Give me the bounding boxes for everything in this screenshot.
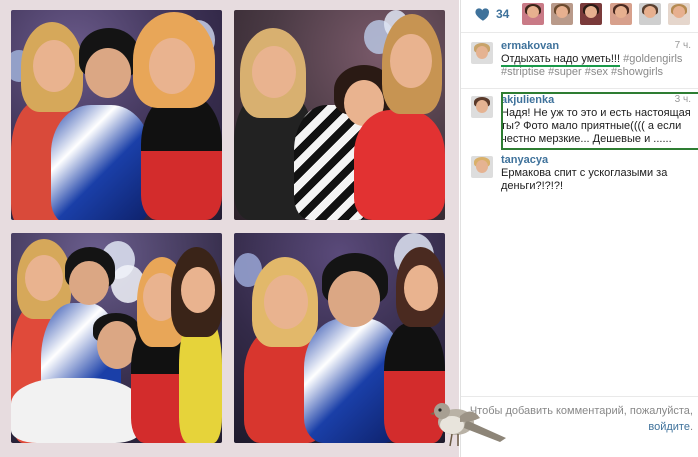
- comment-username[interactable]: akjulienka: [501, 94, 554, 106]
- bird-icon: [430, 403, 506, 447]
- divider: [461, 396, 698, 397]
- comment-text-main: Отдыхать надо уметь!!!: [501, 53, 621, 67]
- photo-tile-bottom-left: [11, 233, 222, 443]
- comment-text: Ермакова спит с ускоглазыми за деньги?!?…: [501, 167, 668, 192]
- hashtag[interactable]: #striptise #super #sex #showgirls: [501, 66, 663, 78]
- photo-tile-top-left: [11, 10, 222, 220]
- comment-username[interactable]: tanyacya: [501, 154, 548, 166]
- comment-timestamp: 7 ч.: [674, 40, 691, 51]
- like-count[interactable]: 34: [496, 7, 509, 21]
- photo-tile-bottom-right: [234, 233, 445, 443]
- liker-avatar[interactable]: [610, 3, 632, 25]
- comment-text: Отдыхать надо уметь!!! #goldengirls #str…: [501, 53, 691, 79]
- divider: [461, 88, 698, 89]
- comment-item: akjulienka 3 ч. Надя! Не уж то это и ест…: [469, 94, 697, 150]
- liker-avatar[interactable]: [639, 3, 661, 25]
- post-photo[interactable]: [0, 0, 459, 457]
- avatar[interactable]: [471, 42, 493, 64]
- login-period: .: [689, 421, 693, 433]
- comment-text: Надя! Не уж то это и есть настоящая ты? …: [501, 107, 691, 145]
- comments-panel: 34 ermakovan 7 ч. Отдыхать надо уметь!!!…: [460, 0, 698, 457]
- avatar[interactable]: [471, 96, 493, 118]
- comment-username[interactable]: ermakovan: [501, 40, 559, 52]
- photo-tile-top-right: [234, 10, 445, 220]
- liker-avatar[interactable]: [551, 3, 573, 25]
- divider: [461, 32, 698, 33]
- likes-bar: 34: [461, 0, 698, 30]
- hashtag[interactable]: #goldengirls: [623, 53, 682, 65]
- liker-avatar[interactable]: [580, 3, 602, 25]
- comment-item: tanyacya Ермакова спит с ускоглазыми за …: [469, 154, 697, 194]
- comment-timestamp: 3 ч.: [674, 94, 691, 105]
- heart-icon[interactable]: [474, 5, 492, 23]
- comment-item: ermakovan 7 ч. Отдыхать надо уметь!!! #g…: [469, 40, 697, 84]
- login-link[interactable]: войдите: [648, 421, 690, 433]
- liker-avatar[interactable]: [668, 3, 690, 25]
- avatar[interactable]: [471, 156, 493, 178]
- liker-avatar[interactable]: [522, 3, 544, 25]
